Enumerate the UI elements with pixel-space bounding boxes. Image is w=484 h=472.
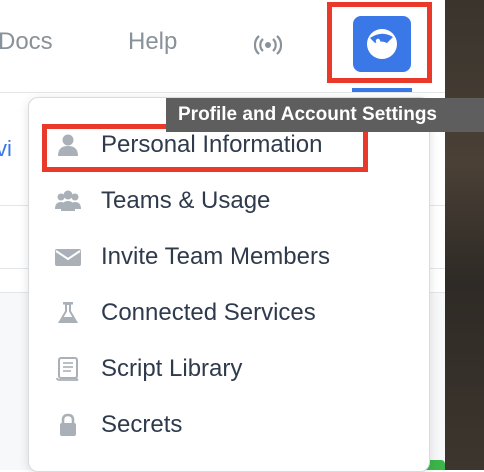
broadcast-icon[interactable]: [253, 34, 283, 56]
menu-item-connected-services[interactable]: Connected Services: [29, 289, 429, 337]
background-window-edge: [445, 0, 484, 470]
flask-icon: [55, 301, 81, 325]
highlight-box-avatar: [327, 2, 432, 83]
menu-item-label: Connected Services: [101, 299, 316, 326]
active-indicator: [352, 88, 412, 92]
lock-icon: [55, 413, 81, 437]
menu-item-label: Script Library: [101, 355, 243, 382]
menu-item-label: Teams & Usage: [101, 187, 271, 214]
nav-help-link[interactable]: Help: [128, 28, 177, 56]
partial-link-text[interactable]: vi: [0, 136, 12, 162]
menu-item-label: Invite Team Members: [101, 243, 330, 270]
envelope-icon: [55, 245, 81, 269]
tooltip: Profile and Account Settings: [166, 98, 484, 132]
menu-item-secrets[interactable]: Secrets: [29, 401, 429, 449]
nav-docs-link[interactable]: Docs: [0, 28, 53, 56]
menu-item-teams-usage[interactable]: Teams & Usage: [29, 177, 429, 225]
scroll-icon: [55, 357, 81, 381]
menu-item-script-library[interactable]: Script Library: [29, 345, 429, 393]
menu-item-invite-team-members[interactable]: Invite Team Members: [29, 233, 429, 281]
users-icon: [55, 189, 81, 213]
menu-item-label: Secrets: [101, 411, 183, 438]
